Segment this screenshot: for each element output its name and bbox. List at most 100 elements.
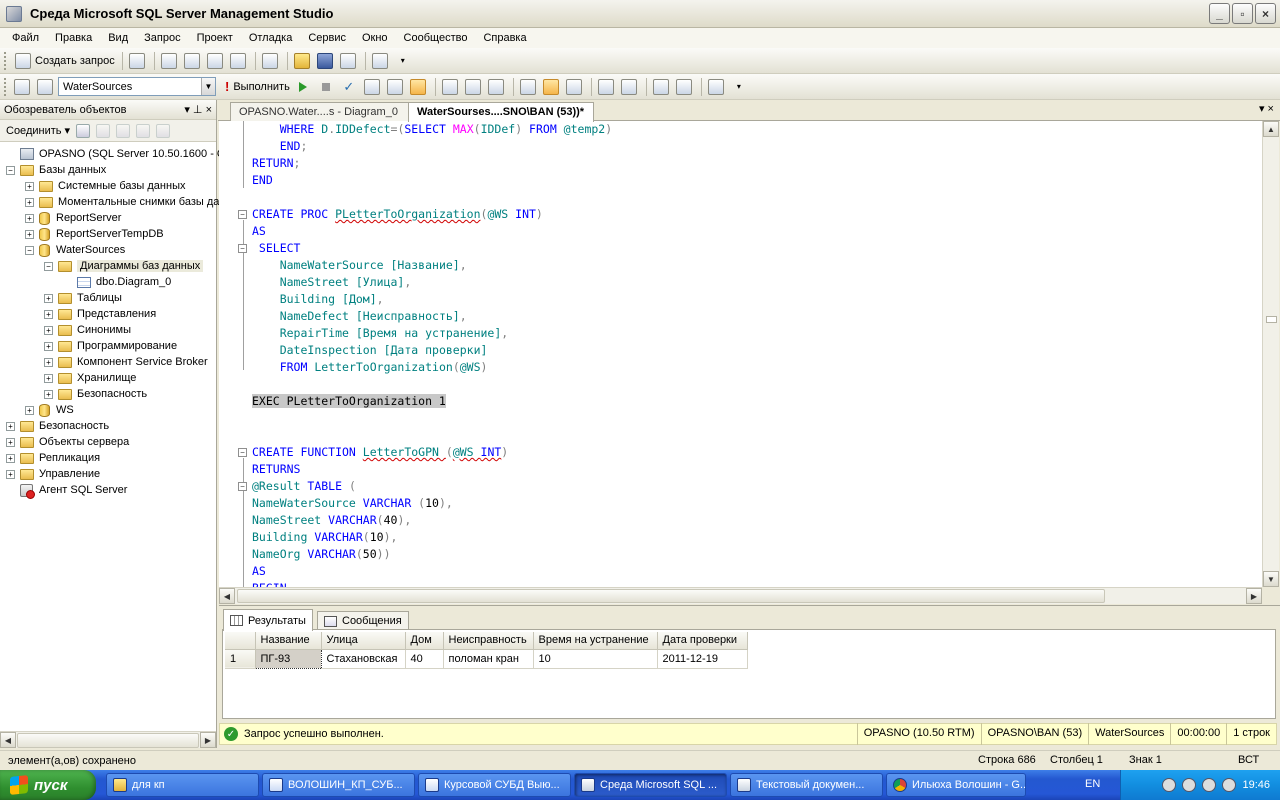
toolbar-overflow-button[interactable]: ▾ — [729, 77, 749, 97]
database-engine-query-button[interactable] — [127, 51, 147, 71]
tree-node[interactable]: + Моментальные снимки базы данн — [0, 194, 232, 210]
intellisense-button[interactable] — [408, 77, 428, 97]
table-cell[interactable]: 40 — [405, 649, 444, 669]
object-explorer-hscrollbar[interactable]: ◀ ▶ — [0, 731, 216, 748]
results-to-file-button[interactable] — [486, 77, 506, 97]
menu-community[interactable]: Сообщество — [396, 28, 476, 48]
column-header[interactable]: Неисправность — [443, 632, 534, 650]
query-designer-button[interactable] — [385, 77, 405, 97]
maximize-button[interactable]: ▫ — [1232, 3, 1253, 24]
code-line[interactable]: NameStreet [Улица], — [252, 274, 612, 291]
tree-node[interactable]: + Синонимы — [0, 322, 216, 338]
menu-tools[interactable]: Сервис — [300, 28, 354, 48]
results-to-grid-button[interactable] — [463, 77, 483, 97]
new-file-button[interactable] — [260, 51, 280, 71]
expand-icon[interactable]: + — [44, 325, 53, 335]
code-area[interactable]: WHERE D.IDDefect=(SELECT MAX(IDDef) FROM… — [252, 121, 612, 587]
change-connection-button[interactable] — [35, 77, 55, 97]
decrease-indent-button[interactable] — [651, 77, 671, 97]
collapse-icon[interactable]: − — [238, 210, 247, 219]
tree-node[interactable]: − Базы данных — [0, 162, 216, 178]
client-statistics-button[interactable] — [541, 77, 561, 97]
expand-icon[interactable]: + — [44, 389, 53, 399]
column-header[interactable]: Время на устранение — [533, 632, 658, 650]
tree-node[interactable]: + Безопасность — [0, 386, 216, 402]
comment-out-button[interactable] — [596, 77, 616, 97]
row-number[interactable]: 1 — [225, 649, 256, 669]
column-header[interactable]: Дата проверки — [657, 632, 748, 650]
code-line[interactable]: NameStreet VARCHAR(40), — [252, 512, 612, 529]
uncomment-button[interactable] — [619, 77, 639, 97]
connect-dropdown[interactable]: Соединить ▾ — [6, 124, 70, 137]
code-line[interactable]: Building VARCHAR(10), — [252, 529, 612, 546]
debug-button[interactable] — [293, 77, 313, 97]
scroll-right-icon[interactable]: ▶ — [200, 732, 216, 748]
expand-icon[interactable]: + — [44, 293, 53, 303]
scroll-down-icon[interactable]: ▼ — [1263, 571, 1279, 587]
table-cell[interactable]: поломан кран — [443, 649, 534, 669]
taskbar-item[interactable]: Ильюха Волошин - G... — [886, 773, 1026, 797]
code-line[interactable]: RETURNS — [252, 461, 612, 478]
volume-icon[interactable] — [1222, 778, 1237, 792]
code-line[interactable]: SELECT — [252, 240, 612, 257]
code-line[interactable]: CREATE PROC PLetterToOrganization(@WS IN… — [252, 206, 612, 223]
code-line[interactable]: @Result TABLE ( — [252, 478, 612, 495]
expand-icon[interactable]: + — [44, 357, 53, 367]
expand-icon[interactable]: + — [44, 309, 53, 319]
code-line[interactable]: BEGIN — [252, 580, 612, 587]
code-line[interactable]: END — [252, 172, 612, 189]
table-cell[interactable]: Стахановская — [321, 649, 406, 669]
parse-button[interactable]: ✓ — [339, 77, 359, 97]
panel-controls[interactable]: ▾ ⊥ × — [184, 103, 212, 116]
expand-icon[interactable]: + — [44, 373, 53, 383]
code-line[interactable]: RETURN; — [252, 155, 612, 172]
tree-node[interactable]: + Репликация — [0, 450, 216, 466]
collapse-icon[interactable]: − — [238, 482, 247, 491]
close-button[interactable]: × — [1255, 3, 1276, 24]
expand-icon[interactable]: + — [6, 421, 15, 431]
increase-indent-button[interactable] — [674, 77, 694, 97]
tree-node[interactable]: + Системные базы данных — [0, 178, 216, 194]
toolbar-overflow-button[interactable]: ▾ — [393, 51, 413, 71]
tray-app-icon[interactable] — [1162, 778, 1177, 792]
menu-file[interactable]: Файл — [4, 28, 47, 48]
collapse-icon[interactable]: − — [44, 261, 53, 271]
expand-icon[interactable]: + — [6, 469, 15, 479]
sql-editor[interactable]: − − − − WHERE D.IDDefect=(SELECT MAX(IDD… — [219, 121, 1262, 587]
tab-diagram[interactable]: OPASNO.Water....s - Diagram_0 — [230, 102, 410, 121]
results-to-text-button[interactable] — [440, 77, 460, 97]
expand-icon[interactable]: + — [25, 229, 34, 239]
results-grid[interactable]: Название Улица Дом Неисправность Время н… — [222, 629, 1276, 719]
menu-debug[interactable]: Отладка — [241, 28, 300, 48]
connect-object-explorer-icon[interactable] — [76, 123, 91, 138]
expand-icon[interactable]: + — [6, 453, 15, 463]
taskbar-item-active[interactable]: Среда Microsoft SQL ... — [574, 773, 727, 797]
code-line[interactable]: CREATE FUNCTION LetterToGPN (@WS INT) — [252, 444, 612, 461]
menu-help[interactable]: Справка — [475, 28, 534, 48]
tree-node[interactable]: + Таблицы — [0, 290, 216, 306]
scroll-thumb[interactable] — [237, 589, 1105, 603]
expand-icon[interactable]: + — [25, 405, 34, 415]
row-number-header[interactable] — [225, 632, 256, 650]
code-line[interactable] — [252, 410, 612, 427]
mdx-query-button[interactable] — [159, 51, 179, 71]
code-line[interactable]: NameOrg VARCHAR(50)) — [252, 546, 612, 563]
tab-messages[interactable]: Сообщения — [317, 611, 409, 630]
tree-node[interactable]: − Диаграммы баз данных — [0, 258, 216, 274]
start-button[interactable]: пуск — [0, 770, 96, 800]
tab-controls[interactable]: ▾ × — [1259, 102, 1274, 115]
expand-icon[interactable]: + — [6, 437, 15, 447]
taskbar-item[interactable]: для кп — [106, 773, 259, 797]
tree-node[interactable]: + Представления — [0, 306, 216, 322]
collapse-icon[interactable]: − — [25, 245, 34, 255]
filter-icon[interactable] — [136, 123, 151, 138]
collapse-icon[interactable]: − — [6, 165, 15, 175]
display-estimated-plan-button[interactable] — [362, 77, 382, 97]
disconnect-icon[interactable] — [96, 123, 111, 138]
tree-node[interactable]: OPASNO (SQL Server 10.50.1600 - OPASN — [0, 146, 255, 162]
open-file-button[interactable] — [292, 51, 312, 71]
scroll-up-icon[interactable]: ▲ — [1263, 121, 1279, 137]
collapse-icon[interactable]: − — [238, 244, 247, 253]
code-line[interactable]: RepairTime [Время на устранение], — [252, 325, 612, 342]
scroll-left-icon[interactable]: ◀ — [219, 588, 235, 604]
